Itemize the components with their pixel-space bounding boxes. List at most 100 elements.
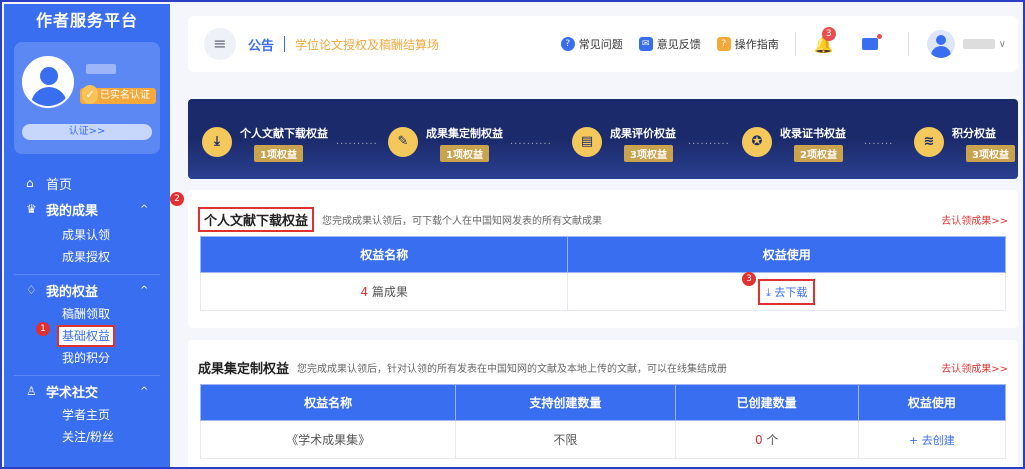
claim-achievements-link[interactable]: 去认领成果>> — [941, 212, 1008, 227]
rights-name-cell: 《学术成果集》 — [199, 420, 457, 459]
sidebar-nav: ⌂ 首页 ♛ 我的成果 ^ 成果认领 成果授权 ♢ 我的权益 ^ 稿酬领取 基础… — [4, 172, 170, 448]
chevron-down-icon: ∨ — [998, 38, 1006, 50]
create-button[interactable]: + 去创建 — [909, 434, 955, 447]
announcement-label: 公告 — [248, 38, 275, 54]
sidebar-item-claim[interactable]: 成果认领 — [4, 224, 170, 246]
section-description: 您完成成果认领后，可下载个人在中国知网发表的所有文献成果 — [322, 215, 603, 227]
platform-title: 作者服务平台 — [35, 11, 138, 30]
download-button[interactable]: ⤓ 去下载 — [758, 278, 816, 305]
step-marker-1: 1 — [36, 322, 50, 336]
download-icon: ⤓ — [766, 285, 771, 299]
bell-icon[interactable]: 🔔 3 — [814, 26, 836, 54]
avatar[interactable] — [22, 56, 74, 108]
column-header: 权益使用 — [857, 384, 1007, 421]
right-title: 成果集定制权益 — [426, 127, 503, 140]
user-name-blurred — [962, 39, 995, 49]
unread-dot — [876, 34, 882, 39]
notification-count: 3 — [821, 26, 836, 41]
created-unit: 个 — [762, 433, 779, 447]
right-badge: 2项权益 — [794, 145, 843, 162]
sidebar-item-home[interactable]: ⌂ 首页 — [4, 172, 170, 194]
chevron-up-icon: ^ — [140, 385, 149, 397]
sidebar-item-scholar-home[interactable]: 学者主页 — [4, 404, 170, 426]
announcement-text[interactable]: 学位论文授权及稿酬结算场 — [295, 36, 561, 53]
social-icon: ♙ — [26, 384, 37, 398]
sidebar: 作者服务平台 ✓ 已实名认证 认证>> ⌂ 首页 ♛ 我的成果 ^ 成果认领 成… — [4, 4, 170, 467]
column-header: 权益名称 — [199, 236, 569, 273]
support-count-cell: 不限 — [455, 420, 676, 459]
user-menu[interactable]: ∨ — [926, 30, 1006, 58]
collection-icon: ✎ — [388, 127, 418, 157]
feedback-icon: ✉ — [638, 37, 653, 51]
right-step-collection[interactable]: ✎ 成果集定制权益 1项权益 — [388, 125, 503, 162]
verified-badge: ✓ 已实名认证 — [80, 85, 156, 104]
download-label: 去下载 — [774, 285, 808, 299]
user-avatar — [926, 30, 955, 58]
certify-button[interactable]: 认证>> — [22, 124, 152, 140]
divider — [14, 375, 160, 376]
section-title: 成果集定制权益 — [198, 361, 290, 377]
menu-toggle-icon[interactable]: ≡ — [204, 28, 236, 60]
home-icon: ⌂ — [26, 176, 34, 190]
achievement-icon: ♛ — [26, 202, 37, 216]
sidebar-item-basic-rights[interactable]: 基础权益 — [4, 325, 170, 347]
plus-icon: + — [909, 433, 919, 447]
claim-achievements-link[interactable]: 去认领成果>> — [941, 360, 1008, 375]
user-name-blurred — [86, 64, 116, 74]
feedback-link[interactable]: ✉ 意见反馈 — [638, 36, 701, 52]
message-icon[interactable] — [861, 34, 882, 50]
step-connector: ·········· — [688, 139, 730, 150]
right-step-certificate[interactable]: ✪ 收录证书权益 2项权益 — [742, 125, 846, 162]
divider — [14, 274, 160, 275]
faq-icon: ? — [560, 37, 575, 51]
verified-label: 已实名认证 — [100, 90, 150, 101]
download-icon: ⤓ — [202, 127, 232, 157]
sidebar-item-royalty[interactable]: 稿酬领取 — [4, 303, 170, 325]
achievement-unit: 篇成果 — [368, 285, 408, 299]
rights-action-cell: + 去创建 — [857, 420, 1007, 459]
right-badge: 3项权益 — [624, 145, 673, 162]
sidebar-item-authorize[interactable]: 成果授权 — [4, 246, 170, 268]
faq-link[interactable]: ? 常见问题 — [560, 36, 623, 52]
table-row: 4 篇成果 ⤓ 去下载 — [199, 272, 1006, 311]
shield-check-icon: ✓ — [82, 85, 98, 104]
right-title: 成果评价权益 — [610, 127, 676, 140]
collection-rights-section: 成果集定制权益 您完成成果认领后，针对认领的所有发表在中国知网的文献及本地上传的… — [188, 340, 1018, 467]
column-header: 权益使用 — [567, 236, 1006, 273]
created-count-cell: 0 个 — [674, 420, 859, 459]
sidebar-item-achievements[interactable]: ♛ 我的成果 ^ — [4, 198, 170, 220]
right-step-points[interactable]: ≋ 积分权益 3项权益 — [914, 125, 1015, 162]
sidebar-item-rights[interactable]: ♢ 我的权益 ^ — [4, 279, 170, 301]
rights-name-cell: 4 篇成果 — [199, 272, 569, 311]
column-header: 支持创建数量 — [455, 384, 676, 421]
column-header: 权益名称 — [199, 384, 457, 421]
chevron-up-icon: ^ — [140, 284, 149, 296]
sidebar-item-points[interactable]: 我的积分 — [4, 347, 170, 369]
step-connector: ·········· — [336, 139, 378, 150]
sidebar-item-follow[interactable]: 关注/粉丝 — [4, 426, 170, 448]
divider — [284, 36, 286, 52]
right-step-download[interactable]: ⤓ 个人文献下载权益 1项权益 — [202, 125, 328, 162]
table-row: 《学术成果集》 不限 0 个 + 去创建 — [199, 420, 1007, 459]
guide-icon: ? — [716, 37, 731, 51]
faq-label: 常见问题 — [578, 38, 623, 51]
create-label: 去创建 — [921, 433, 955, 447]
chevron-up-icon: ^ — [140, 203, 149, 215]
guide-link[interactable]: ? 操作指南 — [716, 36, 779, 52]
sidebar-item-label: 我的成果 — [46, 203, 99, 219]
right-step-evaluation[interactable]: ▤ 成果评价权益 3项权益 — [572, 125, 676, 162]
sidebar-item-label: 学术社交 — [46, 385, 99, 401]
step-marker-2: 2 — [170, 192, 184, 206]
step-connector: ······· — [864, 139, 894, 150]
top-header: ≡ 公告 学位论文授权及稿酬结算场 ? 常见问题 ✉ 意见反馈 ? 操作指南 🔔… — [188, 16, 1018, 72]
profile-card: ✓ 已实名认证 认证>> — [14, 42, 160, 154]
column-header: 已创建数量 — [674, 384, 859, 421]
achievement-count: 4 — [360, 285, 369, 299]
sidebar-item-label: 首页 — [46, 177, 73, 193]
right-badge: 1项权益 — [440, 145, 489, 162]
certificate-icon: ✪ — [742, 127, 772, 157]
evaluation-icon: ▤ — [572, 127, 602, 157]
sidebar-item-label: 我的权益 — [46, 284, 99, 300]
step-connector: ·········· — [510, 139, 552, 150]
sidebar-item-social[interactable]: ♙ 学术社交 ^ — [4, 380, 170, 402]
